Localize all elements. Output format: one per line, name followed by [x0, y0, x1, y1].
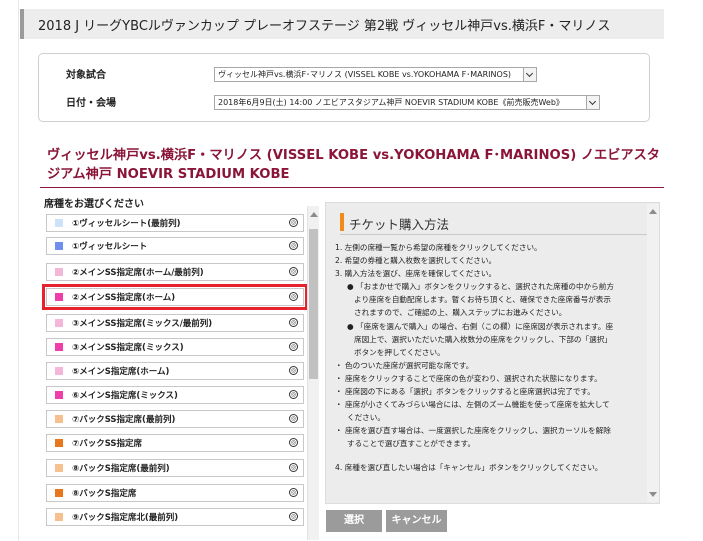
instruction-line: より座席を自動配席します。暫くお待ち頂くと、確保できた座席番号が表示 — [354, 295, 611, 305]
instructions-text: 1. 左側の席種一覧から希望の席種をクリックしてください。 2. 希望の券種と購入… — [335, 241, 653, 499]
info-icon[interactable]: ◎ — [289, 438, 298, 447]
seat-color-swatch — [55, 415, 63, 423]
cancel-button[interactable]: キャンセル — [386, 510, 447, 532]
instruction-line: 1. 左側の席種一覧から希望の席種をクリックしてください。 — [335, 243, 542, 252]
seat-color-swatch — [55, 268, 63, 276]
seat-color-swatch — [55, 391, 63, 399]
instruction-line: ● 「座席を選んで購入」の場合、右側（この欄）に座席図が表示されます。座 — [347, 321, 614, 331]
instruction-line: 席図上で、選択いただいた購入枚数分の座席をクリックし、下部の「選択」 — [354, 334, 612, 344]
seat-list-scrollbar[interactable] — [307, 206, 319, 540]
seat-color-swatch — [55, 513, 63, 521]
seat-color-swatch — [55, 464, 63, 472]
seat-type-item[interactable]: ⑦バックSS指定席(最前列) ◎ — [46, 410, 304, 428]
date-venue-label: 日付・会場 — [66, 98, 116, 109]
seat-type-list[interactable]: ①ヴィッセルシート(最前列) ◎ ①ヴィッセルシート ◎ ②メインSS指定席(ホーム/最… — [40, 206, 321, 540]
title-marker — [340, 213, 344, 231]
seat-type-label: ⑧バックS指定席(最前列) — [72, 464, 170, 474]
seat-type-label: ③メインSS指定席(ミックス) — [72, 343, 184, 353]
instruction-line: 3. 購入方法を選び、座席を確保してください。 — [335, 269, 497, 279]
seat-type-item[interactable]: ⑥メインS指定席(ミックス) ◎ — [46, 386, 304, 404]
chevron-down-icon[interactable] — [523, 68, 536, 81]
seat-color-swatch — [55, 242, 63, 250]
info-icon[interactable]: ◎ — [289, 241, 298, 250]
seat-type-item[interactable]: ⑧バックS指定席 ◎ — [46, 484, 304, 502]
seat-type-label: ③メインSS指定席(ミックス/最前列) — [72, 319, 213, 329]
instructions-title: チケット購入方法 — [349, 217, 450, 232]
seat-type-item[interactable]: ③メインSS指定席(ミックス) ◎ — [46, 338, 304, 356]
date-venue-select[interactable]: 2018年6月9日(土) 14:00 ノエビアスタジアム神戸 NOEVIR ST… — [214, 95, 600, 110]
select-button[interactable]: 選択 — [326, 510, 382, 532]
instruction-line: することで選び直すことができます。 — [347, 439, 476, 449]
info-icon[interactable]: ◎ — [289, 292, 298, 301]
match-select[interactable]: ヴィッセル神戸vs.横浜F･マリノス (VISSEL KOBE vs.YOKOH… — [214, 67, 537, 82]
scroll-up-icon[interactable] — [310, 212, 318, 217]
info-icon[interactable]: ◎ — [289, 463, 298, 472]
purchase-instructions-panel: チケット購入方法 1. 左側の席種一覧から希望の席種をクリックしてください。 2.… — [325, 202, 660, 504]
seat-type-label: ①ヴィッセルシート(最前列) — [72, 219, 181, 229]
instruction-line: ● 「おまかせで購入」ボタンをクリックすると、選択された席種の中から前方 — [347, 282, 614, 292]
seat-type-item[interactable]: ②メインSS指定席(ホーム) ◎ — [42, 284, 308, 310]
chevron-down-icon[interactable] — [586, 96, 599, 109]
seat-type-item[interactable]: ③メインSS指定席(ミックス/最前列) ◎ — [46, 314, 304, 332]
seat-type-item[interactable]: ⑤メインS指定席(ホーム) ◎ — [46, 362, 304, 380]
seat-color-swatch — [55, 489, 63, 497]
page-title: 2018 J リーグYBCルヴァンカップ プレーオフステージ 第2戦 ヴィッセル… — [38, 19, 611, 34]
seat-type-label: ⑧バックS指定席 — [72, 489, 137, 499]
instructions-scrollbar[interactable] — [647, 204, 659, 502]
seat-type-label: ①ヴィッセルシート — [72, 242, 148, 252]
info-icon[interactable]: ◎ — [289, 318, 298, 327]
instruction-line — [335, 451, 653, 461]
seat-type-label: ⑥メインS指定席(ミックス) — [72, 391, 178, 401]
instruction-line: 2. 希望の券種と購入枚数を選択してください。 — [335, 256, 497, 266]
seat-type-item[interactable]: ⑧バックS指定席(最前列) ◎ — [46, 459, 304, 477]
match-label: 対象試合 — [66, 70, 106, 81]
seat-color-swatch — [55, 343, 63, 351]
seat-type-label: ⑦バックSS指定席(最前列) — [72, 415, 176, 425]
seat-type-item[interactable]: ①ヴィッセルシート(最前列) ◎ — [46, 214, 304, 232]
seat-type-label: ⑨バックS指定席北(最前列) — [72, 513, 179, 523]
seat-color-swatch — [55, 367, 63, 375]
scrollbar-thumb[interactable] — [309, 229, 318, 379]
instruction-line: ・ 座席を選び直す場合は、一度選択した座席をクリックし、選択カーソルを解除 — [335, 426, 611, 436]
seat-color-swatch — [55, 293, 63, 301]
info-icon[interactable]: ◎ — [289, 512, 298, 521]
seat-type-item[interactable]: ⑦バックSS指定席 ◎ — [46, 434, 304, 452]
seat-color-swatch — [55, 219, 63, 227]
seat-color-swatch — [55, 319, 63, 327]
instruction-line: ・ 色のついた座席が選択可能な席です。 — [335, 360, 474, 370]
instruction-line: ・ 座席が小さくてみづらい場合には、左側のズーム機能を使って座席を拡大して — [335, 400, 610, 410]
scroll-down-icon[interactable] — [649, 492, 657, 497]
seat-type-label: ②メインSS指定席(ホーム/最前列) — [72, 268, 204, 278]
info-icon[interactable]: ◎ — [289, 267, 298, 276]
info-icon[interactable]: ◎ — [289, 366, 298, 375]
instruction-line: ボタンを押してください。 — [354, 347, 445, 357]
instruction-line: 4. 席種を選び直したい場合は「キャンセル」ボタンをクリックしてください。 — [335, 462, 603, 472]
date-venue-select-value: 2018年6月9日(土) 14:00 ノエビアスタジアム神戸 NOEVIR ST… — [218, 98, 564, 107]
title-divider — [40, 187, 664, 188]
seat-type-label: ⑤メインS指定席(ホーム) — [72, 367, 170, 377]
seat-type-label: ②メインSS指定席(ホーム) — [72, 293, 176, 303]
seat-color-swatch — [55, 439, 63, 447]
info-icon[interactable]: ◎ — [289, 488, 298, 497]
seat-type-item[interactable]: ⑨バックS指定席北(最前列) ◎ — [46, 508, 304, 526]
seat-type-item[interactable]: ①ヴィッセルシート ◎ — [46, 237, 304, 255]
instruction-line: ・ 座席をクリックすることで座席の色が変わり、選択された状態になります。 — [335, 373, 602, 383]
info-icon[interactable]: ◎ — [289, 218, 298, 227]
seat-type-label: ⑦バックSS指定席 — [72, 439, 143, 449]
instruction-line: ください。 — [347, 413, 385, 423]
instruction-line: されますので、ご確認の上、購入ステップにお進みください。 — [354, 308, 567, 318]
seat-type-item[interactable]: ②メインSS指定席(ホーム/最前列) ◎ — [46, 263, 304, 281]
instructions-divider — [340, 234, 647, 235]
instruction-line: ・ 座席図の下にある「選択」ボタンをクリックすると座席選択は完了です。 — [335, 387, 595, 397]
scroll-up-icon[interactable] — [649, 209, 657, 214]
info-icon[interactable]: ◎ — [289, 390, 298, 399]
event-title: ヴィッセル神戸vs.横浜F・マリノス (VISSEL KOBE vs.YOKOH… — [47, 148, 660, 182]
match-select-value: ヴィッセル神戸vs.横浜F･マリノス (VISSEL KOBE vs.YOKOH… — [218, 70, 512, 79]
page-header: 2018 J リーグYBCルヴァンカップ プレーオフステージ 第2戦 ヴィッセル… — [20, 9, 664, 39]
match-selection-panel: 対象試合 ヴィッセル神戸vs.横浜F･マリノス (VISSEL KOBE vs.… — [38, 53, 650, 122]
info-icon[interactable]: ◎ — [289, 414, 298, 423]
info-icon[interactable]: ◎ — [289, 342, 298, 351]
